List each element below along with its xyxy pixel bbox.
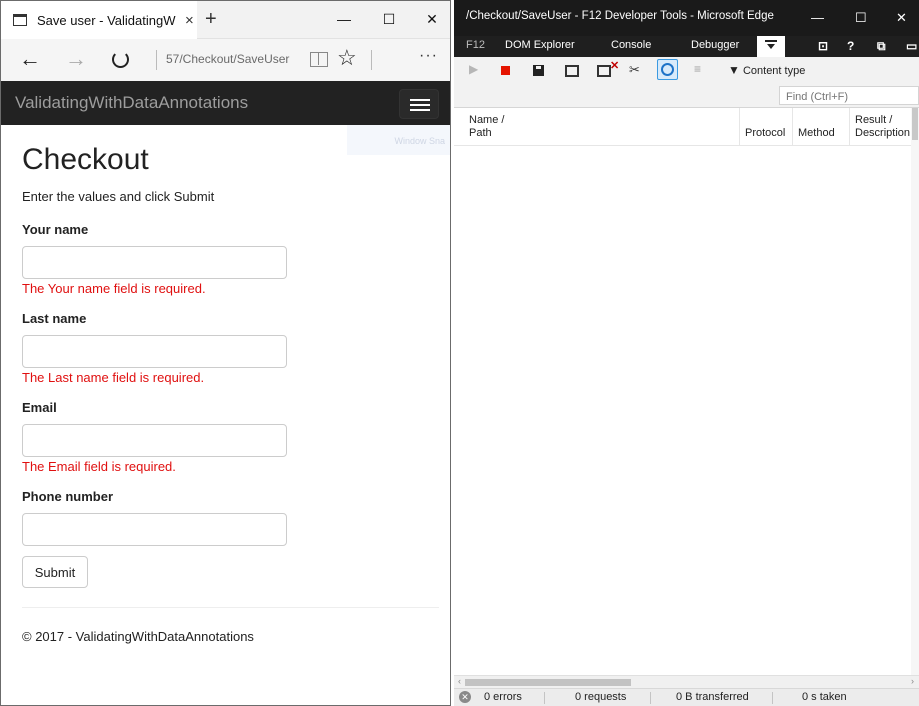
phone-number-input[interactable] bbox=[22, 513, 287, 546]
start-profiling-icon[interactable]: ▶ bbox=[469, 62, 478, 77]
column-name-path[interactable]: Name / Path bbox=[464, 108, 740, 146]
horizontal-scroll-thumb[interactable] bbox=[465, 679, 631, 686]
content-type-label: Content type bbox=[742, 65, 806, 77]
clear-cache-icon[interactable]: ✂ bbox=[629, 62, 640, 77]
browser-toolbar: ← → 57/Checkout/SaveUser ☆ ··· bbox=[1, 39, 450, 81]
toolbar-divider bbox=[371, 50, 372, 70]
forward-arrow-icon[interactable]: → bbox=[65, 46, 87, 72]
last-name-error: The Last name field is required. bbox=[22, 370, 205, 385]
column-path-label: Path bbox=[469, 127, 492, 139]
vertical-scroll-thumb[interactable] bbox=[912, 108, 918, 140]
scroll-left-icon[interactable]: ‹ bbox=[458, 676, 461, 686]
page-icon bbox=[13, 14, 27, 26]
tab-dom-explorer[interactable]: DOM Explorer bbox=[505, 39, 575, 51]
tab-close-icon[interactable]: × bbox=[185, 12, 194, 29]
email-input[interactable] bbox=[22, 424, 287, 457]
horizontal-scrollbar[interactable]: ‹ › bbox=[454, 675, 919, 688]
network-grid-header: Name / Path Protocol Method Result / Des… bbox=[454, 108, 919, 146]
page-title: Checkout bbox=[22, 143, 149, 176]
checkout-form: Checkout Enter the values and click Subm… bbox=[22, 143, 442, 644]
status-taken: 0 s taken bbox=[802, 691, 847, 703]
form-intro: Enter the values and click Submit bbox=[22, 189, 215, 204]
clear-session-icon[interactable] bbox=[597, 65, 611, 77]
status-divider bbox=[544, 692, 545, 704]
vertical-scrollbar[interactable] bbox=[911, 108, 919, 675]
tab-debugger[interactable]: Debugger bbox=[691, 39, 739, 51]
close-window-icon[interactable]: ✕ bbox=[422, 11, 442, 28]
refresh-icon[interactable] bbox=[112, 51, 129, 68]
status-errors: 0 errors bbox=[484, 691, 522, 703]
devtools-minimize-icon[interactable]: — bbox=[811, 10, 824, 25]
find-row bbox=[454, 84, 919, 108]
filter-funnel-icon: ▼ bbox=[728, 63, 740, 77]
email-error: The Email field is required. bbox=[22, 459, 176, 474]
column-result-description[interactable]: Result / Description bbox=[850, 108, 919, 146]
submit-button[interactable]: Submit bbox=[22, 556, 88, 588]
clear-entries-icon[interactable]: ≡ bbox=[694, 62, 701, 77]
content-type-filter[interactable]: ▼ Content type bbox=[728, 63, 805, 77]
site-navbar: ValidatingWithDataAnnotations bbox=[1, 81, 450, 125]
your-name-error: The Your name field is required. bbox=[22, 281, 206, 296]
last-name-input[interactable] bbox=[22, 335, 287, 368]
stop-profiling-icon[interactable] bbox=[501, 66, 510, 75]
footer-divider bbox=[22, 607, 439, 608]
column-name-label: Name / bbox=[469, 114, 505, 126]
back-arrow-icon[interactable]: ← bbox=[19, 46, 41, 72]
network-status-bar: ✕ 0 errors 0 requests 0 B transferred 0 … bbox=[454, 688, 919, 706]
always-refresh-icon[interactable] bbox=[657, 59, 678, 80]
undock-icon[interactable]: ▭ bbox=[906, 39, 917, 53]
field-email: Email The Email field is required. bbox=[22, 400, 442, 474]
dock-icon[interactable]: ⧉ bbox=[877, 39, 886, 54]
browser-tab[interactable]: Save user - ValidatingW × bbox=[1, 1, 197, 39]
reading-view-icon[interactable] bbox=[310, 52, 328, 67]
email-label: Email bbox=[22, 400, 57, 415]
help-icon[interactable]: ? bbox=[847, 39, 854, 53]
minimize-icon[interactable]: — bbox=[334, 11, 354, 27]
field-phone-number: Phone number bbox=[22, 489, 442, 546]
browser-window: Save user - ValidatingW × + — ☐ ✕ ← → 57… bbox=[0, 0, 451, 706]
more-options-icon[interactable]: ··· bbox=[419, 47, 438, 65]
hamburger-menu-icon[interactable] bbox=[399, 89, 439, 119]
phone-number-label: Phone number bbox=[22, 489, 114, 504]
emulation-icon[interactable]: ⊡ bbox=[818, 39, 828, 53]
favorite-star-icon[interactable]: ☆ bbox=[337, 45, 357, 71]
scroll-right-icon[interactable]: › bbox=[911, 676, 914, 686]
devtools-tab-bar: F12 DOM Explorer Console Debugger ⊡ ? ⧉ … bbox=[454, 36, 919, 57]
tab-network-icon[interactable] bbox=[757, 36, 785, 57]
devtools-title: /Checkout/SaveUser - F12 Developer Tools… bbox=[454, 0, 919, 36]
devtools-close-icon[interactable]: ✕ bbox=[896, 10, 907, 26]
status-requests: 0 requests bbox=[575, 691, 627, 703]
your-name-input[interactable] bbox=[22, 246, 287, 279]
error-icon: ✕ bbox=[459, 691, 471, 703]
maximize-icon[interactable]: ☐ bbox=[379, 11, 399, 28]
column-description-label: Description bbox=[855, 127, 911, 139]
find-input[interactable] bbox=[779, 86, 919, 105]
import-icon[interactable] bbox=[565, 65, 579, 77]
status-divider bbox=[650, 692, 651, 704]
last-name-label: Last name bbox=[22, 311, 87, 326]
your-name-label: Your name bbox=[22, 222, 89, 237]
field-your-name: Your name The Your name field is require… bbox=[22, 222, 442, 296]
tab-console[interactable]: Console bbox=[611, 39, 651, 51]
export-har-icon[interactable] bbox=[533, 65, 544, 76]
tab-f12: F12 bbox=[466, 39, 485, 51]
address-bar[interactable]: 57/Checkout/SaveUser bbox=[166, 52, 289, 66]
site-brand[interactable]: ValidatingWithDataAnnotations bbox=[15, 93, 248, 113]
tab-bar: Save user - ValidatingW × + — ☐ ✕ bbox=[1, 1, 450, 39]
new-tab-icon[interactable]: + bbox=[205, 8, 217, 31]
toolbar-divider bbox=[156, 50, 157, 70]
network-toolbar: ▶ ✕ ✂ ≡ ▼ Content type bbox=[454, 57, 919, 84]
column-method[interactable]: Method bbox=[793, 108, 850, 146]
clear-x-icon: ✕ bbox=[610, 60, 620, 72]
devtools-window: /Checkout/SaveUser - F12 Developer Tools… bbox=[454, 0, 919, 706]
status-divider bbox=[772, 692, 773, 704]
tab-title: Save user - ValidatingW bbox=[37, 12, 176, 28]
devtools-maximize-icon[interactable]: ☐ bbox=[855, 10, 867, 26]
field-last-name: Last name The Last name field is require… bbox=[22, 311, 442, 385]
status-transferred: 0 B transferred bbox=[676, 691, 749, 703]
column-result-label: Result / bbox=[855, 114, 893, 126]
site-footer: © 2017 - ValidatingWithDataAnnotations bbox=[22, 629, 254, 644]
column-protocol[interactable]: Protocol bbox=[740, 108, 793, 146]
